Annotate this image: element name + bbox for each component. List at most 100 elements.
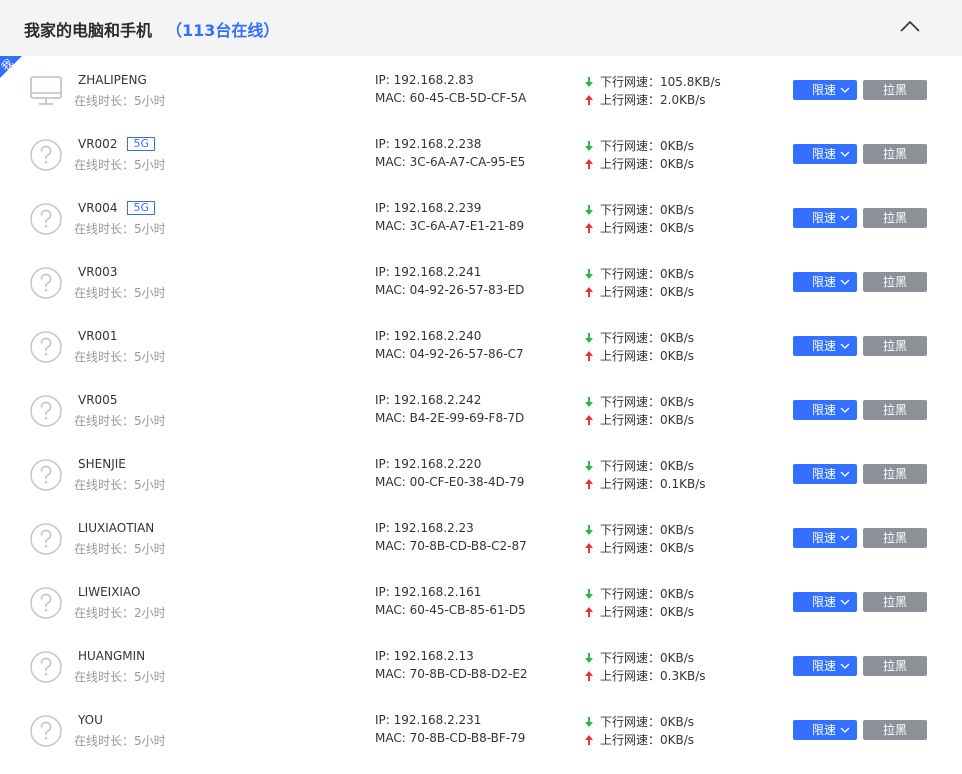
download-speed-value: 0KB/s	[660, 522, 695, 537]
ip-value: 192.168.2.240	[393, 329, 482, 343]
speed-limit-button[interactable]: 限速	[793, 272, 857, 292]
speed-limit-label: 限速	[812, 659, 837, 673]
online-duration-value: 5小时	[134, 542, 166, 556]
speed-limit-button[interactable]: 限速	[793, 528, 857, 548]
blacklist-button[interactable]: 拉黑	[863, 464, 927, 484]
speed-limit-button[interactable]: 限速	[793, 144, 857, 164]
mac-value: B4-2E-99-69-F8-7D	[409, 411, 525, 425]
blacklist-button[interactable]: 拉黑	[863, 80, 927, 100]
download-speed-value: 0KB/s	[660, 586, 695, 601]
device-row: VR003 在线时长：5小时 IP: 192.168.2.241 MAC: 04-92…	[0, 262, 962, 326]
upload-speed-value: 0KB/s	[660, 540, 695, 555]
blacklist-button[interactable]: 拉黑	[863, 592, 927, 612]
upload-speed-value: 0KB/s	[660, 348, 695, 363]
arrow-down-icon	[585, 140, 593, 151]
mac-label: MAC:	[375, 603, 410, 617]
device-name-text: VR005	[78, 393, 118, 407]
device-row: LIUXIAOTIAN 在线时长：5小时 IP: 192.168.2.23 MAC: …	[0, 518, 962, 582]
mac-value: 70-8B-CD-B8-C2-87	[409, 539, 527, 553]
online-count: （113台在线）	[166, 21, 280, 40]
online-duration: 在线时长：5小时	[74, 284, 166, 301]
section-title: 我家的电脑和手机	[24, 21, 153, 40]
upload-speed-label: 上行网速：	[600, 669, 661, 683]
ip-address: IP: 192.168.2.238	[375, 137, 481, 151]
speed-limit-label: 限速	[812, 531, 837, 545]
online-duration-label: 在线时长：	[74, 414, 135, 428]
download-speed: 下行网速： 0KB/s	[584, 521, 694, 538]
upload-speed-value: 0KB/s	[660, 284, 695, 299]
mac-value: 70-8B-CD-B8-D2-E2	[409, 667, 528, 681]
device-name-text: VR003	[78, 265, 118, 279]
upload-speed-label: 上行网速：	[600, 285, 661, 299]
blacklist-button[interactable]: 拉黑	[863, 144, 927, 164]
blacklist-button[interactable]: 拉黑	[863, 208, 927, 228]
upload-speed-label: 上行网速：	[600, 221, 661, 235]
blacklist-button[interactable]: 拉黑	[863, 400, 927, 420]
upload-speed-value: 0KB/s	[660, 604, 695, 619]
chevron-down-icon	[840, 87, 850, 93]
ip-address: IP: 192.168.2.231	[375, 713, 481, 727]
upload-speed-value: 0KB/s	[660, 156, 695, 171]
blacklist-button[interactable]: 拉黑	[863, 528, 927, 548]
upload-speed-value: 0KB/s	[660, 732, 695, 747]
arrow-up-icon	[585, 606, 593, 617]
mac-address: MAC: 00-CF-E0-38-4D-79	[375, 475, 524, 489]
speed-limit-label: 限速	[812, 211, 837, 225]
ip-label: IP:	[375, 393, 394, 407]
arrow-down-icon	[585, 460, 593, 471]
blacklist-button[interactable]: 拉黑	[863, 336, 927, 356]
mac-value: 70-8B-CD-B8-BF-79	[409, 731, 526, 745]
unknown-device-icon	[28, 265, 64, 301]
speed-limit-button[interactable]: 限速	[793, 80, 857, 100]
blacklist-button[interactable]: 拉黑	[863, 272, 927, 292]
ip-label: IP:	[375, 137, 394, 151]
mac-address: MAC: 70-8B-CD-B8-C2-87	[375, 539, 527, 553]
mac-label: MAC:	[375, 347, 410, 361]
chevron-up-icon	[900, 20, 920, 32]
mac-label: MAC:	[375, 411, 410, 425]
speed-limit-button[interactable]: 限速	[793, 336, 857, 356]
speed-limit-label: 限速	[812, 275, 837, 289]
mac-label: MAC:	[375, 283, 410, 297]
online-duration-value: 5小时	[134, 350, 166, 364]
device-name: LIUXIAOTIAN	[78, 521, 154, 535]
unknown-device-icon	[28, 649, 64, 685]
online-duration: 在线时长：5小时	[74, 156, 166, 173]
download-speed-label: 下行网速：	[600, 587, 661, 601]
online-duration-value: 5小时	[134, 670, 166, 684]
chevron-down-icon	[840, 599, 850, 605]
upload-speed: 上行网速： 0KB/s	[584, 539, 694, 556]
ip-value: 192.168.2.83	[393, 73, 474, 87]
ip-value: 192.168.2.23	[393, 521, 474, 535]
online-duration: 在线时长：2小时	[74, 604, 166, 621]
download-speed-label: 下行网速：	[600, 395, 661, 409]
speed-limit-button[interactable]: 限速	[793, 400, 857, 420]
mac-label: MAC:	[375, 475, 410, 489]
arrow-up-icon	[585, 94, 593, 105]
speed-limit-button[interactable]: 限速	[793, 720, 857, 740]
download-speed: 下行网速： 0KB/s	[584, 393, 694, 410]
blacklist-button[interactable]: 拉黑	[863, 720, 927, 740]
mac-address: MAC: 70-8B-CD-B8-BF-79	[375, 731, 525, 745]
online-duration-value: 5小时	[134, 286, 166, 300]
blacklist-button[interactable]: 拉黑	[863, 656, 927, 676]
chevron-down-icon	[840, 535, 850, 541]
speed-limit-button[interactable]: 限速	[793, 592, 857, 612]
download-speed-value: 0KB/s	[660, 266, 695, 281]
ip-address: IP: 192.168.2.240	[375, 329, 481, 343]
online-duration: 在线时长：5小时	[74, 476, 166, 493]
ip-label: IP:	[375, 457, 394, 471]
device-name-text: VR002	[78, 137, 118, 151]
device-row: HUANGMIN 在线时长：5小时 IP: 192.168.2.13 MAC: 70-…	[0, 646, 962, 710]
speed-limit-button[interactable]: 限速	[793, 464, 857, 484]
collapse-button[interactable]	[898, 16, 922, 36]
device-row: VR002 5G 在线时长：5小时 IP: 192.168.2.238 MAC: 3C-…	[0, 134, 962, 198]
device-row: VR001 在线时长：5小时 IP: 192.168.2.240 MAC: 04-92…	[0, 326, 962, 390]
speed-limit-button[interactable]: 限速	[793, 656, 857, 676]
mac-address: MAC: B4-2E-99-69-F8-7D	[375, 411, 524, 425]
device-name: VR002 5G	[78, 137, 155, 151]
download-speed: 下行网速： 0KB/s	[584, 457, 694, 474]
device-name-text: ZHALIPENG	[78, 73, 147, 87]
online-duration-value: 5小时	[134, 414, 166, 428]
speed-limit-button[interactable]: 限速	[793, 208, 857, 228]
